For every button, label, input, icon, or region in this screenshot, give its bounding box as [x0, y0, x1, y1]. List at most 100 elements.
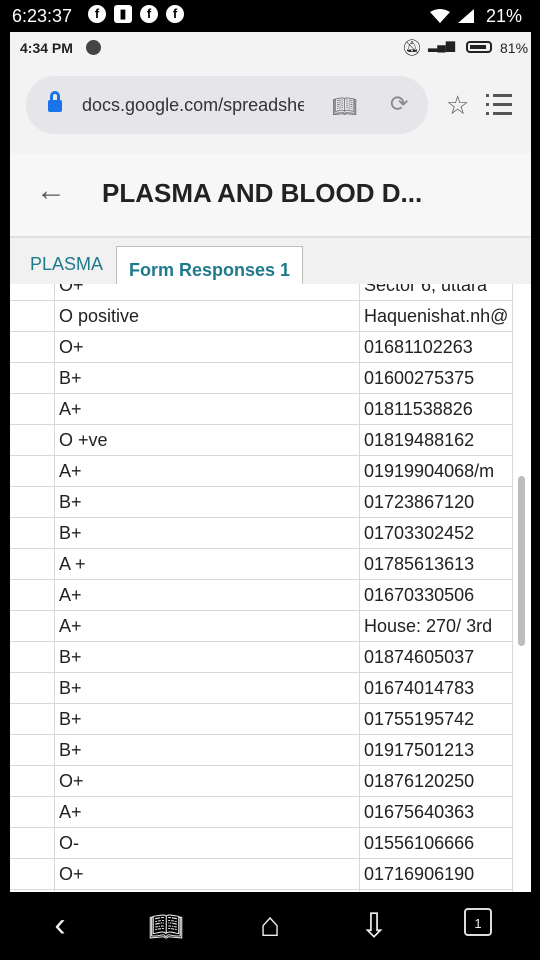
table-row[interactable]: O+ 01876120250 [10, 765, 513, 797]
row-header-cell[interactable] [10, 703, 55, 734]
inner-time: 4:34 PM [20, 40, 73, 56]
reader-mode-icon[interactable]: 📖︎ [332, 94, 357, 119]
contact-cell[interactable]: 01876120250 [360, 765, 513, 796]
row-header-cell[interactable] [10, 796, 55, 827]
row-header-cell[interactable] [10, 300, 55, 331]
tab-form-responses[interactable]: Form Responses 1 [116, 246, 304, 284]
contact-cell[interactable]: House: 270/ 3rd [360, 610, 513, 641]
blood-group-cell[interactable]: A+ [55, 455, 360, 486]
table-row[interactable]: B+ 01600275375 [10, 362, 513, 394]
back-icon[interactable]: ‹ [30, 906, 90, 945]
blood-group-cell[interactable]: B+ [55, 362, 360, 393]
blood-group-cell[interactable]: O- [55, 827, 360, 858]
bookmarks-book-icon[interactable]: 📖︎ [136, 910, 196, 943]
contact-cell[interactable]: 01811538826 [360, 393, 513, 424]
table-row[interactable]: O+ 01716906190 [10, 858, 513, 890]
contact-cell[interactable]: 01674014783 [360, 672, 513, 703]
table-row[interactable]: B+ 01755195742 [10, 703, 513, 735]
blood-group-cell[interactable]: B+ [55, 486, 360, 517]
contact-cell[interactable]: 01874605037 [360, 641, 513, 672]
tabs-count-icon[interactable]: 1 [464, 908, 492, 936]
blood-group-cell[interactable]: A+ [55, 393, 360, 424]
contact-cell[interactable]: 01785613613 [360, 548, 513, 579]
back-arrow-icon[interactable]: ← [36, 174, 66, 208]
table-row[interactable]: A+ 01919904068/m [10, 455, 513, 487]
table-row[interactable]: A+ 01670330506 [10, 579, 513, 611]
row-header-cell[interactable] [10, 331, 55, 362]
row-header-cell[interactable] [10, 579, 55, 610]
row-header-cell[interactable] [10, 362, 55, 393]
row-header-cell[interactable] [10, 455, 55, 486]
blood-group-cell[interactable]: O+ [55, 765, 360, 796]
contact-cell[interactable]: 01716906190 [360, 858, 513, 889]
row-header-cell[interactable] [10, 486, 55, 517]
row-header-cell[interactable] [10, 827, 55, 858]
blood-group-cell[interactable]: A+ [55, 796, 360, 827]
row-header-cell[interactable] [10, 858, 55, 889]
blood-group-cell[interactable]: O +ve [55, 424, 360, 455]
row-header-cell[interactable] [10, 672, 55, 703]
contact-cell[interactable]: Sector 6, uttara [360, 284, 513, 300]
spreadsheet-grid[interactable]: O+ Sector 6, uttara O positive Haquenishat.… [10, 284, 531, 892]
contact-cell[interactable]: 01670330506 [360, 579, 513, 610]
contact-cell[interactable]: 01919904068/m [360, 455, 513, 486]
contact-cell[interactable]: 01600275375 [360, 362, 513, 393]
row-header-cell[interactable] [10, 548, 55, 579]
table-row[interactable]: B+ 01917501213 [10, 734, 513, 766]
table-row[interactable]: O+ 01681102263 [10, 331, 513, 363]
blood-group-cell[interactable]: B+ [55, 517, 360, 548]
table-row[interactable]: A + 01785613613 [10, 548, 513, 580]
contact-cell[interactable]: 01723867120 [360, 486, 513, 517]
table-row[interactable]: A+ 01675640363 [10, 796, 513, 828]
contact-cell[interactable]: 01681102263 [360, 331, 513, 362]
reload-icon[interactable]: ⟳ [390, 91, 408, 117]
table-row[interactable]: O positive Haquenishat.nh@ [10, 300, 513, 332]
table-row[interactable]: O +ve 01819488162 [10, 424, 513, 456]
table-row[interactable]: B+ 01674014783 [10, 672, 513, 704]
blood-group-cell[interactable]: O+ [55, 858, 360, 889]
row-header-cell[interactable] [10, 734, 55, 765]
menu-icon[interactable] [486, 94, 512, 121]
blood-group-cell[interactable]: B+ [55, 641, 360, 672]
doc-header: ← PLASMA AND BLOOD D... [10, 154, 531, 238]
row-header-cell[interactable] [10, 765, 55, 796]
contact-cell[interactable]: 01917501213 [360, 734, 513, 765]
blood-group-cell[interactable]: A+ [55, 579, 360, 610]
blood-group-cell[interactable]: A+ [55, 610, 360, 641]
blood-group-cell[interactable]: B+ [55, 734, 360, 765]
contact-cell[interactable]: 01755195742 [360, 703, 513, 734]
blood-group-text: B+ [59, 678, 82, 698]
table-row[interactable]: B+ 01723867120 [10, 486, 513, 518]
scrollbar[interactable] [518, 476, 525, 646]
table-row[interactable]: A+ 01811538826 [10, 393, 513, 425]
table-row[interactable]: O+ Sector 6, uttara [10, 284, 513, 301]
row-header-cell[interactable] [10, 284, 55, 300]
blood-group-cell[interactable]: A + [55, 548, 360, 579]
bookmark-star-icon[interactable]: ☆ [446, 90, 469, 121]
download-icon[interactable]: ⇩ [344, 906, 404, 946]
url-text[interactable]: docs.google.com/spreadsheets [82, 95, 304, 116]
row-header-cell[interactable] [10, 393, 55, 424]
table-row[interactable]: O- 01556106666 [10, 827, 513, 859]
blood-group-cell[interactable]: O+ [55, 331, 360, 362]
table-row[interactable]: B+ 01874605037 [10, 641, 513, 673]
row-header-cell[interactable] [10, 424, 55, 455]
blood-group-cell[interactable]: B+ [55, 672, 360, 703]
row-header-cell[interactable] [10, 610, 55, 641]
table-row[interactable]: B+ 01703302452 [10, 517, 513, 549]
blood-group-cell[interactable]: O+ [55, 284, 360, 300]
blood-group-cell[interactable]: B+ [55, 703, 360, 734]
contact-cell[interactable]: Haquenishat.nh@ [360, 300, 513, 331]
blood-group-cell[interactable]: O positive [55, 300, 360, 331]
row-header-cell[interactable] [10, 517, 55, 548]
home-icon[interactable]: ⌂ [240, 906, 300, 945]
contact-cell[interactable]: 01819488162 [360, 424, 513, 455]
tab-plasma[interactable]: PLASMA [30, 254, 103, 275]
contact-cell[interactable]: 01556106666 [360, 827, 513, 858]
table-row[interactable]: A+ House: 270/ 3rd [10, 610, 513, 642]
contact-cell[interactable]: 01675640363 [360, 796, 513, 827]
row-header-cell[interactable] [10, 641, 55, 672]
contact-cell[interactable]: 01703302452 [360, 517, 513, 548]
url-bar[interactable]: docs.google.com/spreadsheets 📖︎ ⟳ [26, 76, 428, 134]
blood-group-text: O+ [59, 337, 84, 357]
